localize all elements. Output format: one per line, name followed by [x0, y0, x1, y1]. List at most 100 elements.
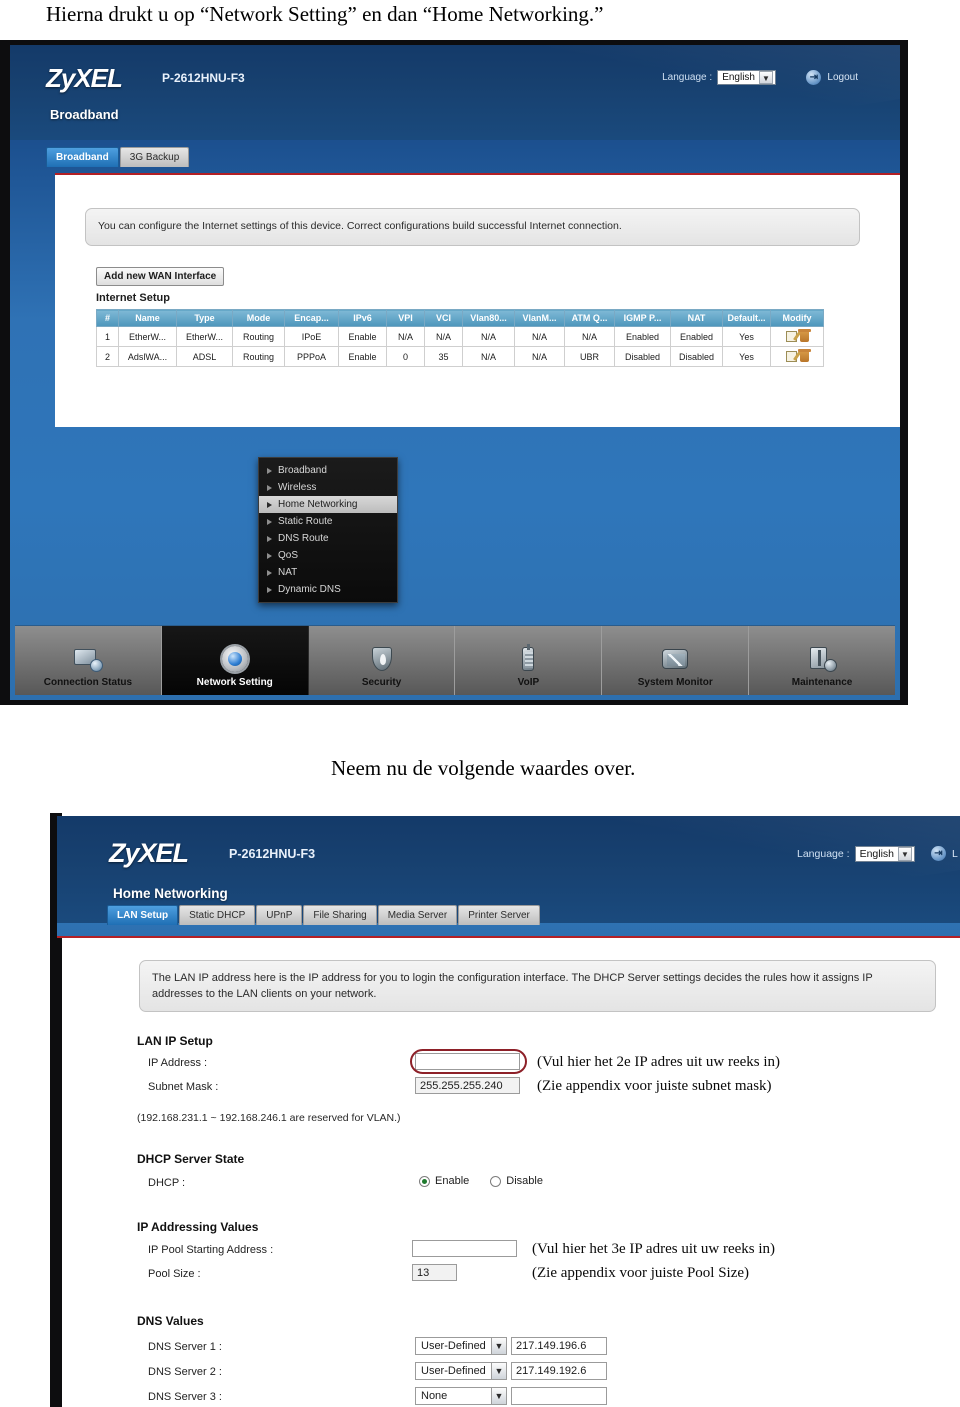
chevron-down-icon[interactable]: ▼: [491, 1338, 506, 1354]
language-label-2: Language :: [797, 848, 850, 860]
language-selector[interactable]: Language : English ▼: [662, 70, 776, 85]
subnet-mask-input[interactable]: 255.255.255.240: [415, 1077, 520, 1094]
wan-interface-table: # Name Type Mode Encap... IPv6 VPI VCI Vlan80...…: [96, 309, 824, 368]
pool-size-input[interactable]: 13: [412, 1264, 457, 1281]
table-header: Encap...: [284, 309, 339, 327]
dns-server-2-mode-select[interactable]: User-Defined ▼: [415, 1362, 507, 1380]
tab-broadband[interactable]: Broadband: [46, 147, 119, 167]
menu-item-qos[interactable]: QoS: [259, 547, 397, 564]
chart-icon: [660, 645, 690, 673]
language-dropdown[interactable]: English ▼: [717, 70, 776, 85]
dhcp-radio-group[interactable]: Enable Disable: [419, 1175, 559, 1187]
network-setting-menu[interactable]: Broadband Wireless Home Networking Static R…: [258, 457, 398, 603]
table-cell: EtherW...: [176, 325, 233, 348]
table-cell: Enabled: [670, 325, 723, 348]
dns-server-1-mode-select[interactable]: User-Defined ▼: [415, 1337, 507, 1355]
dns-server-3-mode-select[interactable]: None ▼: [415, 1387, 507, 1405]
modify-cell[interactable]: [770, 325, 824, 348]
nav-item-security[interactable]: Security: [309, 626, 456, 695]
radio-button[interactable]: [490, 1175, 502, 1187]
menu-item-home-networking[interactable]: Home Networking: [259, 496, 397, 513]
chevron-right-icon: [267, 535, 272, 542]
table-cell: Disabled: [614, 346, 671, 368]
nav-item-label: Maintenance: [791, 677, 853, 688]
chevron-down-icon[interactable]: ▼: [491, 1388, 506, 1404]
dns-server-1-address-input[interactable]: 217.149.196.6: [511, 1337, 607, 1355]
menu-item-broadband[interactable]: Broadband: [259, 462, 397, 479]
nav-item-maintenance[interactable]: Maintenance: [749, 626, 895, 695]
menu-item-label: Dynamic DNS: [278, 584, 341, 595]
dns-server-3-address-input[interactable]: [511, 1387, 607, 1405]
nav-item-network-setting[interactable]: Network Setting: [161, 626, 309, 695]
dhcp-server-state-heading: DHCP Server State: [137, 1152, 245, 1166]
tab-printer-server[interactable]: Printer Server: [458, 905, 540, 925]
tab-3g-backup[interactable]: 3G Backup: [119, 147, 190, 167]
chevron-down-icon[interactable]: ▼: [759, 71, 773, 84]
dns-server-2-label: DNS Server 2 :: [148, 1366, 222, 1378]
table-cell: 35: [424, 346, 463, 368]
subnet-mask-label: Subnet Mask :: [148, 1081, 219, 1093]
menu-item-static-route[interactable]: Static Route: [259, 513, 397, 530]
table-header: Name: [118, 309, 177, 327]
nav-item-connection-status[interactable]: Connection Status: [15, 626, 162, 695]
content-panel-2: The LAN IP address here is the IP addres…: [107, 938, 960, 1407]
menu-item-dynamic-dns[interactable]: Dynamic DNS: [259, 581, 397, 598]
chevron-down-icon-2[interactable]: ▼: [898, 847, 913, 861]
info-note-2: The LAN IP address here is the IP addres…: [139, 960, 936, 1012]
table-cell: N/A: [462, 325, 515, 348]
chevron-right-icon: [267, 467, 272, 474]
dns-values-heading: DNS Values: [137, 1314, 204, 1328]
info-note-text-2: The LAN IP address here is the IP addres…: [152, 971, 873, 1001]
radio-option-enable[interactable]: Enable: [419, 1175, 469, 1187]
table-cell: Disabled: [670, 346, 723, 368]
monitor-icon: [73, 645, 103, 673]
table-header: NAT: [670, 309, 723, 327]
language-selector-2[interactable]: Language : English ▼: [797, 846, 916, 862]
edit-icon[interactable]: [785, 351, 797, 363]
ip-address-input[interactable]: [415, 1053, 520, 1070]
dns-server-2-mode-value: User-Defined: [421, 1365, 486, 1377]
menu-item-wireless[interactable]: Wireless: [259, 479, 397, 496]
tab-lan-setup[interactable]: LAN Setup: [107, 905, 179, 925]
menu-item-label: Static Route: [278, 516, 333, 527]
delete-icon[interactable]: [797, 329, 811, 343]
nav-item-label: VoIP: [517, 677, 540, 688]
tab-media-server[interactable]: Media Server: [377, 905, 458, 925]
tools-icon: [807, 645, 838, 673]
delete-icon[interactable]: [797, 349, 811, 363]
language-dropdown-2[interactable]: English ▼: [854, 846, 916, 862]
dns-server-1-mode-value: User-Defined: [421, 1340, 486, 1352]
table-header: Type: [176, 309, 233, 327]
nav-item-label: System Monitor: [637, 677, 713, 688]
dns-server-2-address-input[interactable]: 217.149.192.6: [511, 1362, 607, 1380]
radio-button[interactable]: [419, 1175, 430, 1187]
chevron-down-icon[interactable]: ▼: [491, 1363, 506, 1379]
table-row: 2 AdslWA... ADSL Routing PPPoA Enable 0 35 N/A N/…: [96, 346, 824, 368]
radio-option-disable[interactable]: Disable: [490, 1175, 543, 1187]
table-cell: N/A: [564, 325, 615, 348]
add-wan-interface-button[interactable]: Add new WAN Interface: [96, 267, 225, 286]
table-header: IGMP P...: [614, 309, 671, 327]
dns-server-3-mode-value: None: [421, 1390, 448, 1402]
language-value-2: English: [859, 847, 895, 860]
nav-item-voip[interactable]: VoIP: [455, 626, 603, 695]
tab-file-sharing[interactable]: File Sharing: [303, 905, 377, 925]
nav-item-system-monitor[interactable]: System Monitor: [602, 626, 750, 695]
logout-button-2[interactable]: ⇥ L: [931, 846, 958, 861]
logout-button[interactable]: ⇥ Logout: [806, 70, 858, 85]
table-header: VlanM...: [514, 309, 565, 327]
table-header: Vlan80...: [462, 309, 515, 327]
pool-start-input[interactable]: [412, 1240, 517, 1257]
menu-item-dns-route[interactable]: DNS Route: [259, 530, 397, 547]
bottom-navigation: Connection Status Network Setting Security…: [15, 625, 895, 695]
table-cell: 2: [96, 346, 119, 368]
tab-upnp[interactable]: UPnP: [256, 905, 303, 925]
table-cell: Enable: [338, 346, 387, 368]
modify-cell[interactable]: [770, 346, 824, 368]
edit-icon[interactable]: [785, 331, 797, 343]
chevron-right-icon: [267, 586, 272, 593]
menu-item-nat[interactable]: NAT: [259, 564, 397, 581]
table-cell: N/A: [514, 346, 565, 368]
radio-label: Enable: [435, 1175, 470, 1187]
tab-static-dhcp[interactable]: Static DHCP: [179, 905, 256, 925]
